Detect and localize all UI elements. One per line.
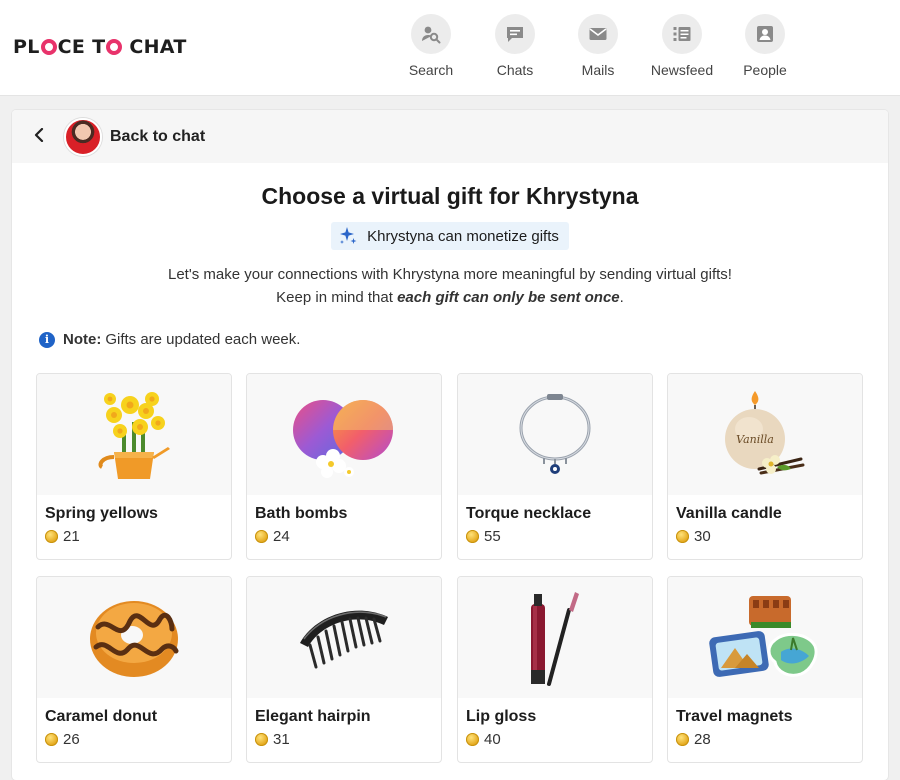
nav-label: Search bbox=[408, 62, 454, 78]
top-bar: PLCE TCHAT Search Chats Mails Newsfeed bbox=[0, 0, 900, 96]
coin-icon bbox=[45, 530, 58, 543]
gift-name: Elegant hairpin bbox=[255, 708, 371, 725]
envelope-icon bbox=[578, 14, 618, 54]
gift-name: Travel magnets bbox=[676, 708, 793, 725]
coin-icon bbox=[255, 530, 268, 543]
note: i Note: Gifts are updated each week. bbox=[39, 331, 888, 348]
chat-bubble-icon bbox=[495, 14, 535, 54]
page-title: Choose a virtual gift for Khrystyna bbox=[261, 183, 639, 209]
intro-text: Let's make your connections with Khrysty… bbox=[168, 266, 732, 306]
gift-card[interactable]: Travel magnets 28 bbox=[667, 576, 863, 763]
gift-card[interactable]: Spring yellows 21 bbox=[36, 373, 232, 560]
coin-icon bbox=[676, 733, 689, 746]
coin-icon bbox=[466, 530, 479, 543]
daffodils-pot-icon bbox=[37, 374, 231, 495]
nav-mails[interactable]: Mails bbox=[558, 14, 638, 78]
gift-name: Vanilla candle bbox=[676, 505, 782, 522]
gift-price: 24 bbox=[255, 528, 441, 545]
gift-card[interactable]: Bath bombs 24 bbox=[246, 373, 442, 560]
person-card-icon bbox=[745, 14, 785, 54]
panel-header: Back to chat bbox=[12, 110, 888, 163]
newsfeed-icon bbox=[662, 14, 702, 54]
candle-icon: Vanilla bbox=[668, 374, 862, 495]
back-to-chat-link[interactable]: Back to chat bbox=[110, 128, 205, 146]
nav-label: Chats bbox=[496, 62, 534, 78]
gift-price: 55 bbox=[466, 528, 652, 545]
avatar[interactable] bbox=[64, 117, 102, 156]
sparkles-icon bbox=[339, 226, 359, 246]
chevron-left-icon[interactable] bbox=[34, 126, 54, 147]
nav-label: Mails bbox=[581, 62, 615, 78]
gift-price: 30 bbox=[676, 528, 862, 545]
gift-price: 28 bbox=[676, 731, 862, 748]
candle-text: Vanilla bbox=[736, 433, 774, 446]
hair-comb-icon bbox=[247, 577, 441, 698]
gift-card[interactable]: Caramel donut 26 bbox=[36, 576, 232, 763]
lip-gloss-icon bbox=[458, 577, 652, 698]
gift-price: 21 bbox=[45, 528, 231, 545]
intro-emphasis: each gift can only be sent once bbox=[397, 289, 620, 306]
logo-o-ring bbox=[106, 39, 123, 55]
nav-newsfeed[interactable]: Newsfeed bbox=[642, 14, 722, 78]
nav-label: People bbox=[743, 62, 787, 78]
coin-icon bbox=[255, 733, 268, 746]
gift-card[interactable]: Elegant hairpin 31 bbox=[246, 576, 442, 763]
note-text: Gifts are updated each week. bbox=[105, 331, 301, 348]
gift-card[interactable]: Vanilla Vanilla candle 30 bbox=[667, 373, 863, 560]
nav-people[interactable]: People bbox=[725, 14, 805, 78]
info-icon: i bbox=[39, 331, 55, 348]
logo-o-ring bbox=[40, 39, 57, 55]
gift-card[interactable]: Lip gloss 40 bbox=[457, 576, 653, 763]
gift-price: 26 bbox=[45, 731, 231, 748]
logo[interactable]: PL CE T CHAT bbox=[13, 36, 187, 58]
gift-name: Bath bombs bbox=[255, 505, 348, 522]
nav-search[interactable]: Search bbox=[391, 14, 471, 78]
gift-card[interactable]: Torque necklace 55 bbox=[457, 373, 653, 560]
badge-text: Khrystyna can monetize gifts bbox=[367, 227, 559, 245]
donut-icon bbox=[37, 577, 231, 698]
gift-panel: Back to chat Choose a virtual gift for K… bbox=[12, 110, 888, 780]
gift-name: Spring yellows bbox=[45, 505, 158, 522]
gift-name: Caramel donut bbox=[45, 708, 158, 725]
gift-name: Lip gloss bbox=[466, 708, 537, 725]
bath-bombs-icon bbox=[247, 374, 441, 495]
coin-icon bbox=[45, 733, 58, 746]
gift-price: 31 bbox=[255, 731, 441, 748]
nav-chats[interactable]: Chats bbox=[475, 14, 555, 78]
travel-magnets-icon bbox=[668, 577, 862, 698]
gift-name: Torque necklace bbox=[466, 505, 592, 522]
monetize-badge: Khrystyna can monetize gifts bbox=[331, 222, 569, 250]
necklace-icon bbox=[458, 374, 652, 495]
search-user-icon bbox=[411, 14, 451, 54]
note-label: Note: bbox=[63, 331, 102, 348]
gift-price: 40 bbox=[466, 731, 652, 748]
coin-icon bbox=[466, 733, 479, 746]
nav-label: Newsfeed bbox=[650, 62, 714, 78]
coin-icon bbox=[676, 530, 689, 543]
